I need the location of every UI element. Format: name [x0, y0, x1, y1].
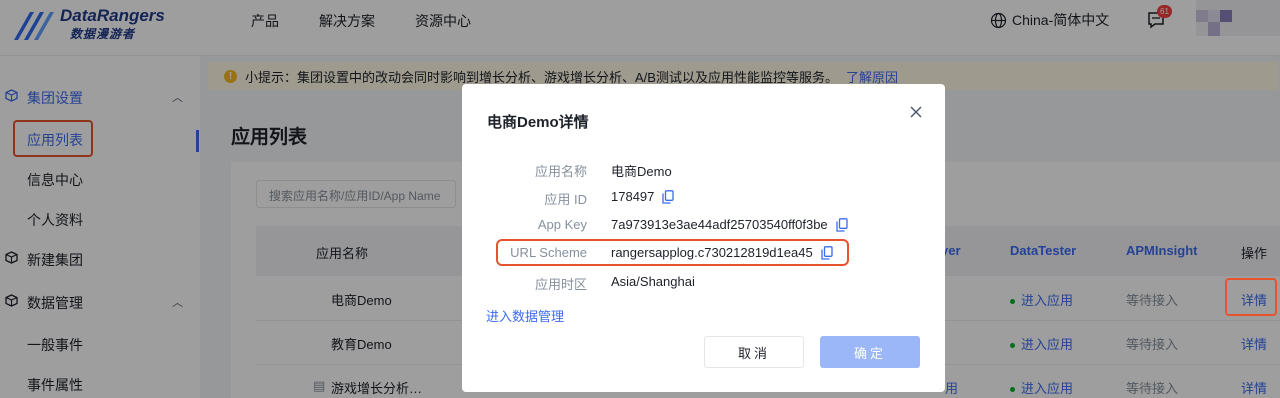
field-label-app-key: App Key: [537, 217, 587, 232]
field-value-app-id: 178497: [611, 189, 675, 204]
field-value-app-key: 7a973913e3ae44adf25703540ff0f3be: [611, 217, 848, 232]
field-value-url-scheme: rangersapplog.c730212819d1ea45: [611, 245, 833, 260]
field-label-url-scheme: URL Scheme: [510, 245, 587, 260]
app-key-value: 7a973913e3ae44adf25703540ff0f3be: [611, 217, 828, 232]
highlight-box-detail: [1225, 278, 1277, 316]
timezone-value: Asia/Shanghai: [611, 274, 695, 289]
modal-title: 电商Demo详情: [487, 114, 589, 131]
copy-icon[interactable]: [662, 189, 675, 204]
copy-icon[interactable]: [821, 245, 833, 260]
copy-icon[interactable]: [836, 217, 848, 232]
enter-data-management-link[interactable]: 进入数据管理: [486, 306, 564, 325]
field-label-app-id: 应用 ID: [544, 192, 587, 207]
close-icon[interactable]: [908, 104, 924, 120]
field-label-app-name: 应用名称: [534, 164, 587, 179]
field-label-timezone: 应用时区: [534, 277, 587, 292]
app-detail-modal: 电商Demo详情 应用名称 电商Demo 应用 ID 178497 App Ke…: [462, 84, 945, 392]
app-name-value: 电商Demo: [611, 164, 672, 179]
cancel-button[interactable]: 取消: [704, 336, 804, 368]
field-value-timezone: Asia/Shanghai: [611, 274, 695, 289]
field-value-app-name: 电商Demo: [611, 161, 672, 180]
url-scheme-value: rangersapplog.c730212819d1ea45: [611, 245, 813, 260]
confirm-button[interactable]: 确定: [820, 336, 920, 368]
app-id-value: 178497: [611, 189, 655, 204]
